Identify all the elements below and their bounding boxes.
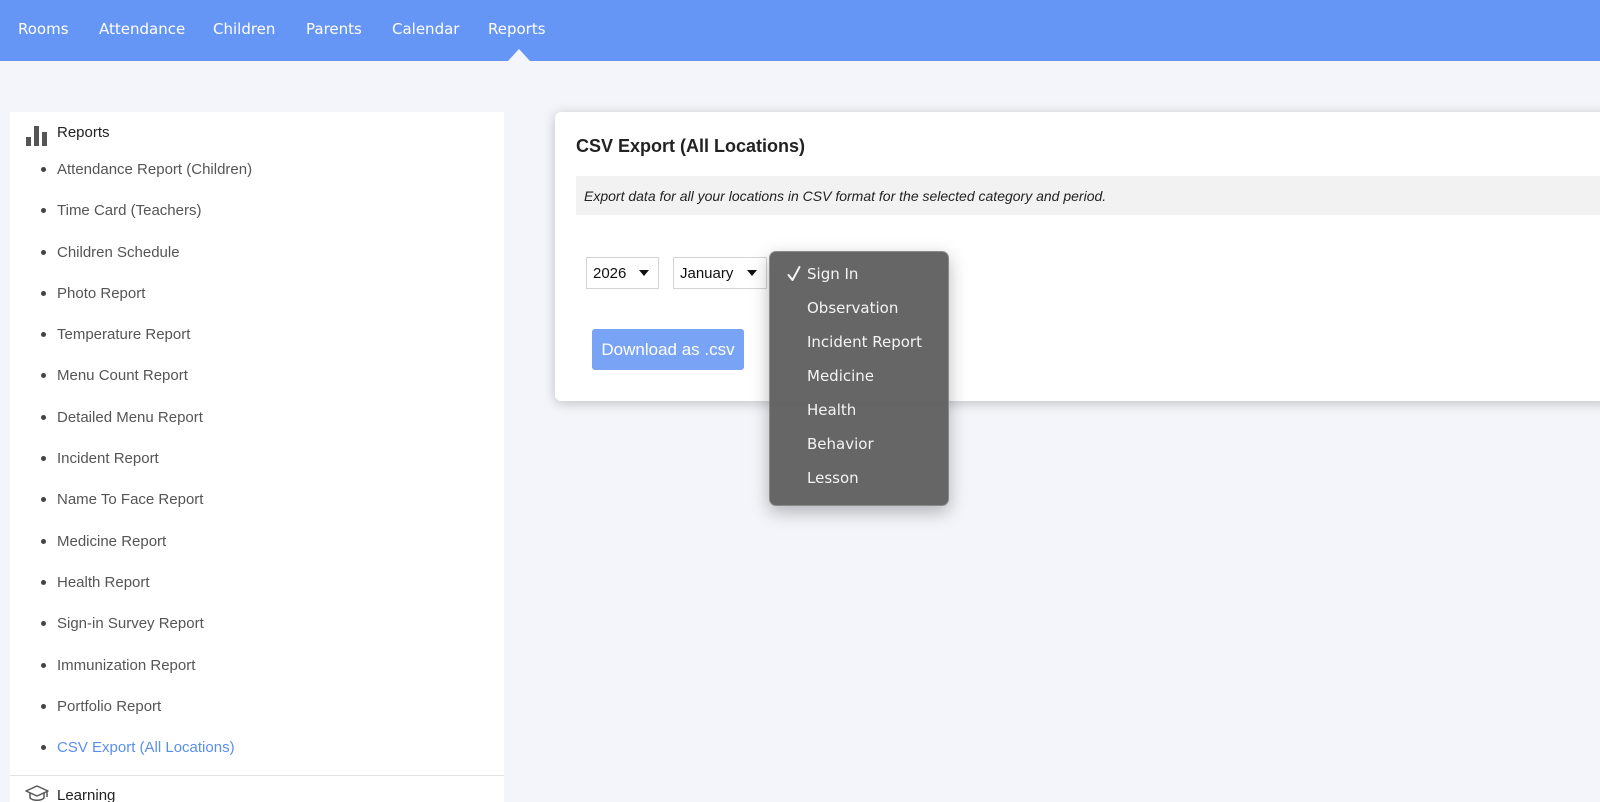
sidebar-item-temperature-report[interactable]: Temperature Report [10,316,504,357]
sidebar-item-label[interactable]: CSV Export (All Locations) [57,739,235,756]
bullet [41,579,46,585]
bullet [41,662,46,668]
sidebar-item-label[interactable]: Time Card (Teachers) [57,202,201,219]
checkmark-icon [787,266,801,281]
dropdown-option-label: Observation [807,299,899,317]
sidebar-item-label[interactable]: Incident Report [57,450,159,467]
bullet [41,249,46,255]
dropdown-option-label: Lesson [807,469,859,487]
dropdown-option-label: Sign In [807,265,859,283]
bullet [41,497,46,503]
dropdown-option-health[interactable]: Health [770,395,950,425]
graduation-cap-icon [25,785,49,801]
sidebar-item-time-card[interactable]: Time Card (Teachers) [10,192,504,233]
dropdown-option-lesson[interactable]: Lesson [770,463,950,493]
bullet [41,208,46,214]
caret-down-icon [747,270,757,276]
card-description-box: Export data for all your locations in CS… [576,176,1600,215]
nav-calendar[interactable]: Calendar [392,20,459,38]
sidebar-item-label[interactable]: Temperature Report [57,326,190,343]
bullet [41,745,46,751]
nav-children[interactable]: Children [213,20,275,38]
sidebar-item-incident-report[interactable]: Incident Report [10,440,504,481]
dropdown-option-label: Health [807,401,857,419]
active-nav-indicator [508,49,530,61]
dropdown-option-label: Medicine [807,367,875,385]
sidebar-section-title: Reports [57,124,110,141]
nav-rooms[interactable]: Rooms [18,20,69,38]
sidebar-item-children-schedule[interactable]: Children Schedule [10,234,504,275]
sidebar-item-label[interactable]: Medicine Report [57,533,166,550]
bullet [41,414,46,420]
sidebar-item-label[interactable]: Attendance Report (Children) [57,161,252,178]
sidebar-item-portfolio-report[interactable]: Portfolio Report [10,688,504,729]
learning-section-title: Learning [57,787,116,802]
bar-chart-icon [25,122,49,146]
nav-reports[interactable]: Reports [488,20,546,38]
sidebar-item-label[interactable]: Portfolio Report [57,698,161,715]
bullet [41,332,46,338]
year-select[interactable]: 2026 [586,257,659,289]
dropdown-option-incident-report[interactable]: Incident Report [770,327,950,357]
year-select-value: 2026 [593,265,627,282]
card-title: CSV Export (All Locations) [576,136,806,156]
card-description: Export data for all your locations in CS… [584,188,1107,204]
bullet [41,290,46,296]
sidebar-item-label[interactable]: Photo Report [57,285,145,302]
dropdown-option-label: Behavior [807,435,874,453]
caret-down-icon [639,270,649,276]
sidebar-item-label[interactable]: Health Report [57,574,150,591]
sidebar-item-medicine-report[interactable]: Medicine Report [10,523,504,564]
sidebar-item-label[interactable]: Detailed Menu Report [57,409,203,426]
reports-sidebar: Reports Attendance Report (Children) Tim… [10,112,504,802]
report-list: Attendance Report (Children) Time Card (… [10,151,504,770]
bullet [41,167,46,172]
month-select-value: January [680,265,734,282]
bullet [41,456,46,462]
bullet [41,621,46,627]
bullet [41,538,46,544]
category-dropdown-menu: Sign In Observation Incident Report Medi… [769,251,949,506]
sidebar-item-label[interactable]: Sign-in Survey Report [57,615,204,632]
nav-parents[interactable]: Parents [306,20,362,38]
sidebar-item-photo-report[interactable]: Photo Report [10,275,504,316]
sidebar-item-sign-in-survey-report[interactable]: Sign-in Survey Report [10,605,504,646]
download-csv-button[interactable]: Download as .csv [592,329,744,370]
month-select[interactable]: January [673,257,767,289]
dropdown-option-behavior[interactable]: Behavior [770,429,950,459]
sidebar-item-health-report[interactable]: Health Report [10,564,504,605]
sidebar-item-attendance-report[interactable]: Attendance Report (Children) [10,151,504,192]
sidebar-item-csv-export[interactable]: CSV Export (All Locations) [10,729,504,770]
dropdown-option-sign-in[interactable]: Sign In [770,259,950,289]
sidebar-item-detailed-menu-report[interactable]: Detailed Menu Report [10,399,504,440]
bullet [41,703,46,709]
dropdown-option-label: Incident Report [807,333,922,351]
sidebar-item-menu-count-report[interactable]: Menu Count Report [10,357,504,398]
sidebar-item-name-to-face-report[interactable]: Name To Face Report [10,481,504,522]
sidebar-item-label[interactable]: Menu Count Report [57,367,188,384]
dropdown-option-observation[interactable]: Observation [770,293,950,323]
sidebar-item-label[interactable]: Immunization Report [57,657,195,674]
sidebar-divider [10,775,504,776]
sidebar-item-immunization-report[interactable]: Immunization Report [10,647,504,688]
top-navigation: Rooms Attendance Children Parents Calend… [0,0,1600,61]
nav-attendance[interactable]: Attendance [99,20,185,38]
csv-export-card: CSV Export (All Locations) Export data f… [555,112,1600,401]
sidebar-item-label[interactable]: Children Schedule [57,244,180,261]
sidebar-item-label[interactable]: Name To Face Report [57,491,203,508]
bullet [41,373,46,379]
dropdown-option-medicine[interactable]: Medicine [770,361,950,391]
